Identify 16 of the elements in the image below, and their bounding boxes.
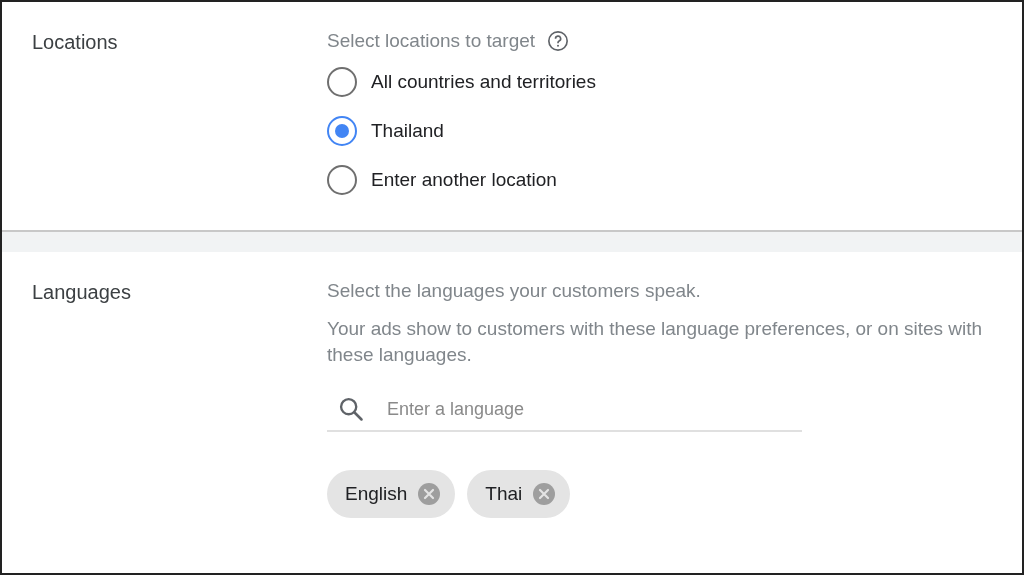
radio-option[interactable]: Thailand [327, 116, 1002, 146]
radio-button[interactable] [327, 116, 357, 146]
description-text: Your ads show to customers with these language preferences, or on sites with these languages. [327, 317, 984, 367]
radio-option[interactable]: All countries and territories [327, 67, 1002, 97]
radio-button[interactable] [327, 67, 357, 97]
help-icon[interactable] [547, 30, 570, 52]
chip-label: Thai [485, 483, 523, 505]
radio-button[interactable] [327, 165, 357, 195]
search-icon [337, 395, 365, 423]
prompt-text: Select locations to target [327, 30, 536, 52]
radio-option[interactable]: Enter another location [327, 165, 1002, 195]
section-title: Locations [32, 30, 119, 55]
chip-label: English [345, 483, 408, 505]
search-field[interactable]: Enter a language [385, 397, 802, 421]
section-title: Languages [32, 280, 132, 305]
prompt-text: Select the languages your customers speak. [327, 280, 701, 302]
